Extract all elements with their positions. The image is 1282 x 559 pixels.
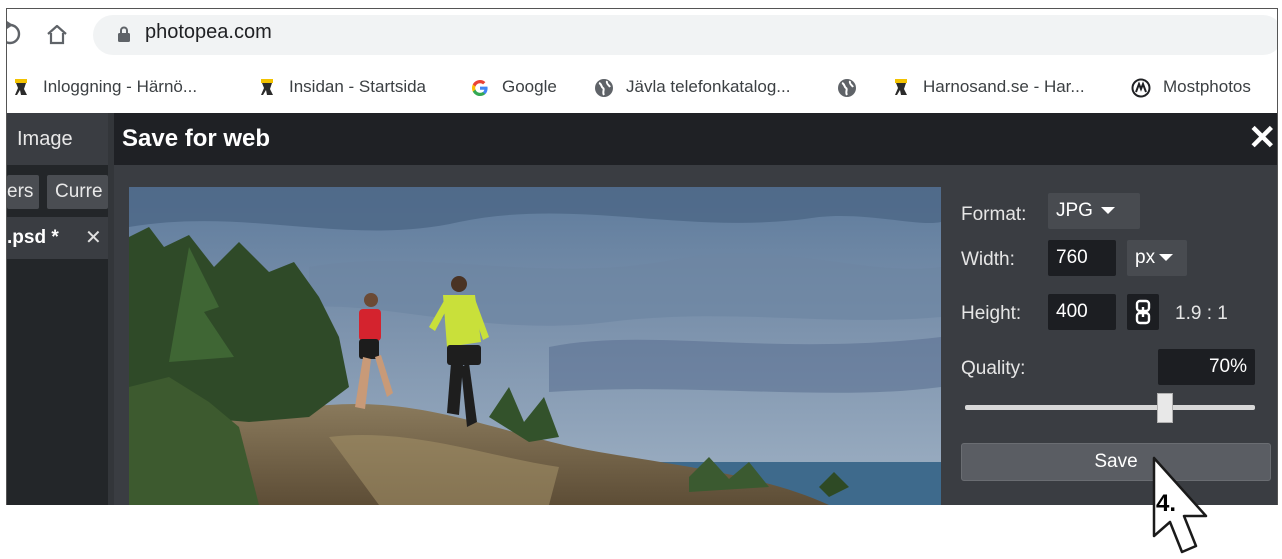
current-tab-button[interactable]: Curre [47, 175, 108, 209]
preview-image [129, 187, 941, 505]
screenshot-frame: photopea.com Inloggning - Härnö... Insid… [6, 8, 1278, 505]
chevron-down-icon [1100, 207, 1115, 215]
close-icon[interactable]: ✕ [1248, 121, 1277, 155]
save-button[interactable]: Save [961, 443, 1271, 481]
photopea-app: Image ers Curre .psd * ✕ Save for web ✕ [7, 113, 1277, 505]
bookmark-harnosand[interactable]: Harnosand.se - Har... [893, 73, 1085, 101]
bookmark-mostphotos[interactable]: Mostphotos [1131, 73, 1251, 101]
aspect-ratio: 1.9 : 1 [1175, 303, 1228, 324]
google-icon [470, 78, 490, 96]
globe-icon [837, 78, 857, 97]
bookmark-telefonkatalog[interactable]: Jävla telefonkatalog... [594, 73, 790, 101]
bookmark-insidan[interactable]: Insidan - Startsida [259, 73, 426, 101]
url-text[interactable]: photopea.com [145, 21, 272, 44]
dialog-titlebar: Save for web ✕ [114, 113, 1277, 165]
layers-tab-button[interactable]: ers [7, 175, 39, 209]
bookmark-globe[interactable] [837, 73, 869, 101]
save-for-web-dialog: Save for web ✕ Format: JPG Width: 760 px… [114, 113, 1277, 505]
format-select[interactable]: JPG [1048, 193, 1140, 229]
unit-select[interactable]: px [1127, 240, 1187, 276]
harnosand-logo-icon [893, 78, 911, 96]
globe-icon [594, 78, 614, 97]
bookmarks-bar: Inloggning - Härnö... Insidan - Startsid… [7, 61, 1277, 113]
chevron-down-icon [1159, 254, 1174, 262]
pointer-cursor-icon: 4. [1140, 456, 1220, 554]
bookmark-label: Insidan - Startsida [289, 77, 427, 96]
harnosand-logo-icon [13, 78, 31, 96]
bookmark-label: Jävla telefonkatalog... [626, 77, 791, 96]
dialog-title: Save for web [122, 125, 271, 152]
lock-icon[interactable] [117, 26, 131, 42]
home-icon[interactable] [45, 23, 69, 47]
mostphotos-icon [1131, 78, 1151, 98]
bookmark-label: Google [502, 77, 557, 96]
quality-slider-track[interactable] [965, 405, 1255, 410]
format-label: Format: [961, 204, 1027, 225]
harnosand-logo-icon [259, 78, 277, 96]
landscape-runners-image [129, 187, 941, 505]
height-label: Height: [961, 303, 1022, 324]
bookmark-google[interactable]: Google [470, 73, 557, 101]
quality-label: Quality: [961, 358, 1026, 379]
menu-image[interactable]: Image [7, 113, 108, 165]
left-panel: Image ers Curre .psd * ✕ [7, 113, 108, 505]
format-value: JPG [1056, 200, 1093, 221]
quality-slider-thumb[interactable] [1157, 393, 1173, 423]
close-icon[interactable]: ✕ [85, 217, 105, 259]
bookmark-label: Mostphotos [1163, 77, 1251, 96]
quality-input[interactable]: 70% [1158, 349, 1255, 385]
browser-address-row: photopea.com [7, 9, 1277, 61]
width-input[interactable]: 760 [1048, 240, 1116, 276]
bookmark-label: Harnosand.se - Har... [923, 77, 1085, 96]
height-input[interactable]: 400 [1048, 294, 1116, 330]
unit-value: px [1135, 247, 1156, 268]
bookmark-inloggning[interactable]: Inloggning - Härnö... [13, 73, 197, 101]
width-label: Width: [961, 249, 1015, 270]
step-number: 4. [1156, 490, 1176, 517]
bookmark-label: Inloggning - Härnö... [43, 77, 198, 96]
link-icon[interactable] [1127, 294, 1159, 330]
reload-icon[interactable] [7, 20, 21, 48]
